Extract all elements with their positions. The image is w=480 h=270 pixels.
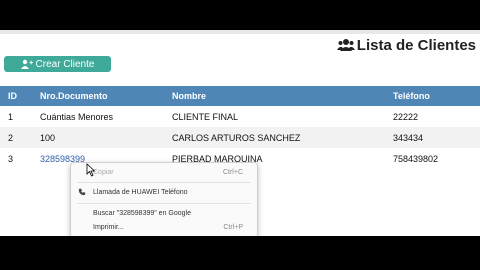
table-row[interactable]: 1 Cuántias Menores CLIENTE FINAL 22222 <box>0 106 480 127</box>
menu-separator <box>77 203 251 204</box>
menu-separator <box>77 182 251 183</box>
menu-item-copy-label: Copiar <box>93 168 114 176</box>
menu-item-print-label: Imprimir... <box>93 223 124 231</box>
user-plus-icon <box>20 59 33 69</box>
table-header: ID Nro.Documento Nombre Teléfono <box>0 86 480 106</box>
cell-document: 100 <box>40 132 56 143</box>
menu-item-call-label: Llamada de HUAWEI Teléfono <box>93 188 188 196</box>
app-screen: Lista de Clientes Crear Cliente ID Nro.D… <box>0 30 480 236</box>
menu-item-copy-shortcut: Ctrl+C <box>222 168 243 176</box>
menu-item-copy[interactable]: Copiar Ctrl+C <box>71 165 257 179</box>
cell-document: Cuántias Menores <box>40 111 114 122</box>
cell-phone: 22222 <box>393 111 419 122</box>
phone-icon <box>77 187 87 197</box>
cell-id: 1 <box>8 111 14 122</box>
menu-item-print-shortcut: Ctrl+P <box>223 223 243 231</box>
column-header-phone[interactable]: Teléfono <box>393 86 430 106</box>
menu-item-search-label: Buscar "328598399" en Google <box>93 209 191 217</box>
context-menu: Copiar Ctrl+C Llamada de HUAWEI Teléfono… <box>70 162 258 236</box>
menu-item-call[interactable]: Llamada de HUAWEI Teléfono <box>71 185 257 199</box>
menu-item-search[interactable]: Buscar "328598399" en Google <box>71 206 257 220</box>
cell-id: 2 <box>8 132 14 143</box>
cell-phone: 343434 <box>393 132 424 143</box>
cell-name: CARLOS ARTUROS SANCHEZ <box>172 132 301 143</box>
create-client-label: Crear Cliente <box>35 58 95 70</box>
menu-item-print[interactable]: Imprimir... Ctrl+P <box>71 220 257 234</box>
column-header-name[interactable]: Nombre <box>172 86 206 106</box>
users-icon <box>336 39 355 51</box>
top-divider <box>0 30 480 34</box>
clients-table: ID Nro.Documento Nombre Teléfono 1 Cuánt… <box>0 86 480 169</box>
column-header-id[interactable]: ID <box>8 86 17 106</box>
create-client-button[interactable]: Crear Cliente <box>4 56 111 72</box>
page-title: Lista de Clientes <box>336 36 476 54</box>
mouse-cursor-icon <box>86 163 96 177</box>
page-title-text: Lista de Clientes <box>356 36 476 54</box>
cell-id: 3 <box>8 153 14 164</box>
column-header-document[interactable]: Nro.Documento <box>40 86 108 106</box>
table-row[interactable]: 2 100 CARLOS ARTUROS SANCHEZ 343434 <box>0 127 480 148</box>
cell-phone: 758439802 <box>393 153 439 164</box>
cell-name: CLIENTE FINAL <box>172 111 239 122</box>
